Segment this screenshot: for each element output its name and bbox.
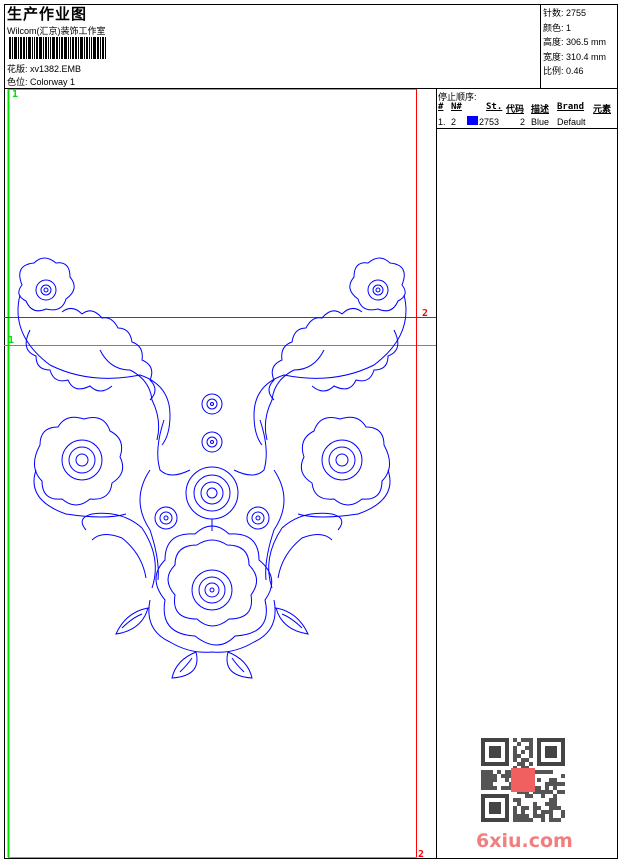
seal-stamp xyxy=(511,768,535,792)
design-left-half xyxy=(17,257,198,679)
embroidery-design xyxy=(17,257,407,679)
green-marker-left: 1 xyxy=(8,335,14,346)
embroidery-canvas: 1 1 2 2 xyxy=(4,89,436,860)
hoop-frame xyxy=(8,89,417,858)
red-marker-bottom: 2 xyxy=(418,849,424,860)
red-marker-right: 2 xyxy=(422,308,428,319)
green-marker-top: 1 xyxy=(12,89,18,100)
watermark-logo: 6xiu.com xyxy=(476,830,573,852)
